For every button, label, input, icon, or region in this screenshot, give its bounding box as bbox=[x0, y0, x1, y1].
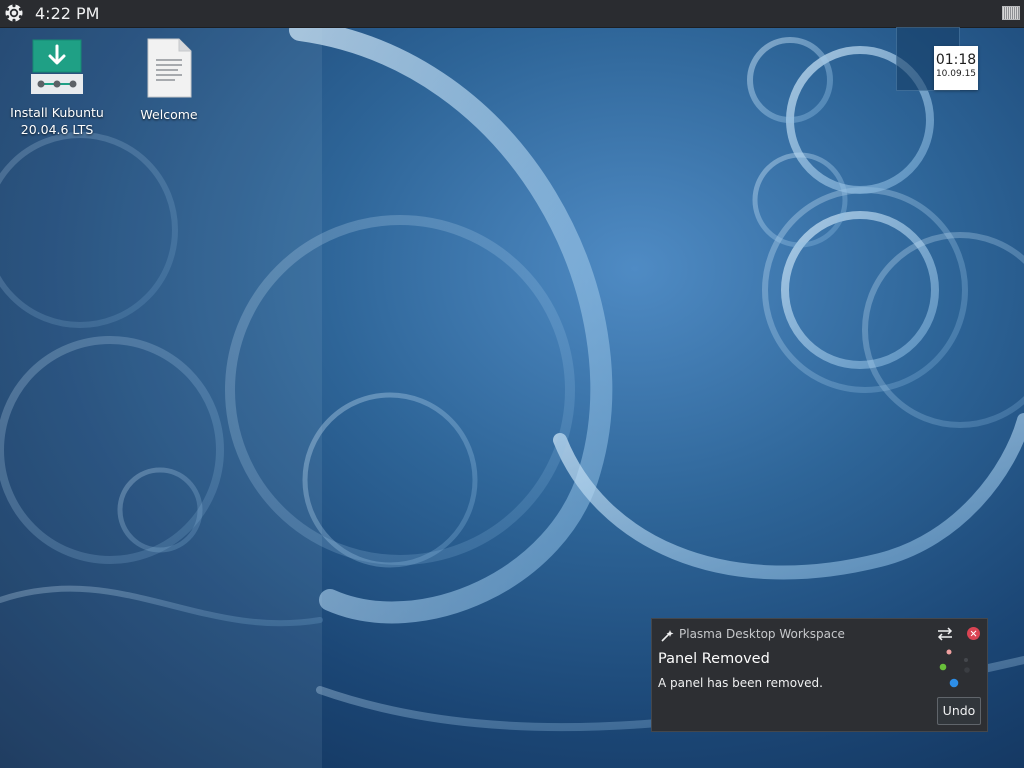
notification-title: Panel Removed bbox=[658, 651, 770, 667]
desktop-icon-install-kubuntu[interactable]: Install Kubuntu 20.04.6 LTS bbox=[2, 38, 112, 138]
kde-launcher-icon[interactable] bbox=[4, 3, 24, 23]
clock-widget-time: 01:18 bbox=[935, 52, 977, 68]
installer-download-icon bbox=[2, 38, 112, 100]
notification-app-name: Plasma Desktop Workspace bbox=[679, 627, 845, 641]
desktop-icon-welcome[interactable]: Welcome bbox=[114, 38, 224, 123]
text-document-icon bbox=[114, 38, 224, 102]
notification-popup: Plasma Desktop Workspace Panel Removed A… bbox=[651, 618, 988, 732]
undo-button[interactable]: Undo bbox=[937, 697, 981, 725]
desktop-icon-label: Install Kubuntu 20.04.6 LTS bbox=[10, 105, 104, 137]
desktop-icon-label: Welcome bbox=[140, 107, 198, 122]
top-panel: 4:22 PM bbox=[0, 0, 1024, 28]
virtual-desktop-pager-icon[interactable] bbox=[1002, 6, 1020, 20]
notification-close-icon[interactable] bbox=[967, 627, 980, 640]
panel-clock[interactable]: 4:22 PM bbox=[35, 4, 99, 24]
clock-widget[interactable]: 01:18 10.09.15 bbox=[934, 46, 978, 90]
plasma-sparkle-icon bbox=[660, 628, 674, 642]
notification-busy-dots-icon bbox=[932, 643, 982, 693]
clock-widget-date: 10.09.15 bbox=[935, 69, 977, 79]
notification-configure-icon[interactable] bbox=[936, 626, 954, 642]
notification-body: A panel has been removed. bbox=[658, 676, 823, 690]
